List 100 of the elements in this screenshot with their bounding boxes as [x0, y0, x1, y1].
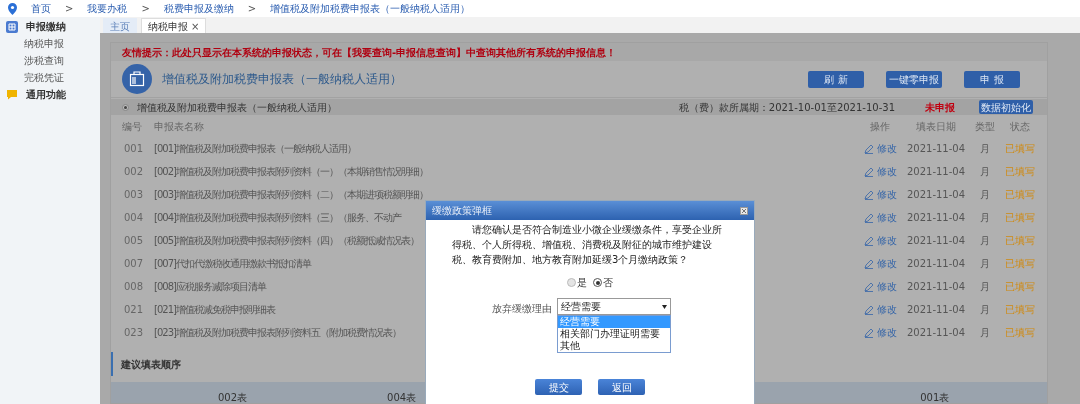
column-header: 类型 [974, 119, 996, 134]
reason-select[interactable]: 经营需要 [557, 298, 671, 315]
table-cell-text: 月 [979, 188, 991, 202]
radio-icon[interactable] [593, 278, 602, 287]
action-button[interactable]: 一键零申报 [886, 70, 942, 88]
dropdown-option[interactable]: 其他 [558, 340, 670, 352]
briefcase-icon [122, 64, 152, 94]
pencil-icon [863, 235, 874, 246]
dialog-question: 请您确认是否符合制造业小微企业缓缴条件，享受企业所得税、个人所得税、增值税、消费税及附征的城市维护建设税、教育费附加、地方教育附加延缓3个月缴纳政策？ [452, 223, 723, 267]
column-header: 编号 [122, 119, 143, 134]
table-cell-text: 已填写 [1004, 303, 1036, 317]
table-cell-text: [007]代扣代缴税收通用缴款书抵扣清单 [154, 257, 311, 271]
table-cell-text: 已填写 [1004, 326, 1036, 340]
table-cell-text: 002 [123, 165, 145, 179]
table-cell-text: 月 [979, 280, 991, 294]
table-cell-text: 2021-11-04 [906, 211, 966, 225]
table-cell-text: 2021-11-04 [906, 326, 966, 340]
column-header: 状态 [1009, 119, 1031, 134]
dropdown-arrow-icon [662, 304, 667, 309]
pencil-icon [863, 258, 874, 269]
tab[interactable]: 主页 [103, 18, 137, 33]
sidebar-group-title[interactable]: 通用功能 [26, 87, 66, 102]
order-step: 001表 [920, 393, 950, 403]
column-header: 填表日期 [915, 119, 957, 134]
table-cell-text: 004 [123, 211, 145, 225]
table-cell-text: 005 [123, 234, 145, 248]
radio-icon[interactable] [567, 278, 576, 287]
dropdown-option[interactable]: 相关部门办理证明需要 [558, 328, 670, 340]
order-step: 004表 [387, 393, 417, 403]
table-cell-text: 2021-11-04 [906, 142, 966, 156]
column-header: 申报表名称 [154, 119, 205, 134]
sidebar-item[interactable]: 完税凭证 [0, 69, 100, 86]
declaration-title: 增值税及附加税费申报表（一般纳税人适用） [137, 100, 337, 115]
table-cell-text: 已填写 [1004, 142, 1036, 156]
breadcrumb-separator: > [141, 2, 150, 16]
pencil-icon [863, 281, 874, 292]
table-cell-text: 023 [123, 326, 145, 340]
table-cell-text: 已填写 [1004, 234, 1036, 248]
pencil-icon [863, 327, 874, 338]
tab-close-button[interactable]: × [191, 18, 200, 34]
table-cell-text: 2021-11-04 [906, 188, 966, 202]
table-cell-text: 008 [123, 280, 145, 294]
grid-icon [6, 20, 18, 33]
table-cell-text: 已填写 [1004, 211, 1036, 225]
pencil-icon [863, 212, 874, 223]
radio-option[interactable]: 是 [567, 275, 587, 290]
table-cell-text: 月 [979, 234, 991, 248]
table-cell-text: 003 [123, 188, 145, 202]
chat-icon [6, 89, 18, 100]
table-cell-text: 021 [123, 303, 145, 317]
radio-icon[interactable] [122, 103, 129, 111]
table-cell-text: 月 [979, 303, 991, 317]
dialog-button[interactable]: 返回 [598, 379, 645, 395]
pencil-icon [863, 304, 874, 315]
dialog-button[interactable]: 提交 [535, 379, 582, 395]
table-cell-text: 2021-11-04 [906, 234, 966, 248]
sidebar-item[interactable]: 涉税查询 [0, 52, 100, 69]
section-title: 建议填表顺序 [121, 357, 181, 372]
table-cell-text: 2021-11-04 [906, 280, 966, 294]
action-button[interactable]: 刷 新 [808, 70, 864, 88]
table-cell-text: 月 [979, 211, 991, 225]
radio-option[interactable]: 否 [593, 275, 613, 290]
reason-label: 放弃缓缴理由 [492, 302, 552, 316]
tab[interactable]: 纳税申报 × [141, 18, 207, 33]
table-cell-text: [023]增值税及附加税费申报表附列资料五（附加税费情况表） [154, 326, 401, 340]
close-icon[interactable] [740, 206, 748, 215]
table-cell-text: 2021-11-04 [906, 165, 966, 179]
table-cell-text: 已填写 [1004, 280, 1036, 294]
table-cell-text: 2021-11-04 [906, 303, 966, 317]
table-cell-text: 2021-11-04 [906, 257, 966, 271]
order-step: 002表 [218, 393, 248, 403]
pencil-icon [863, 189, 874, 200]
breadcrumb-link[interactable]: 增值税及附加税费申报表（一般纳税人适用） [270, 1, 471, 16]
dropdown-option[interactable]: 经营需要 [558, 316, 670, 328]
breadcrumb-link[interactable]: 税费申报及缴纳 [163, 1, 234, 16]
status-text: 未申报 [925, 100, 955, 115]
breadcrumb-separator: > [65, 2, 74, 16]
table-cell-text: 007 [123, 257, 145, 271]
dialog-title: 缓缴政策弹框 [432, 204, 492, 218]
init-button[interactable]: 数据初始化 [979, 100, 1033, 114]
column-header: 操作 [869, 119, 891, 134]
pencil-icon [863, 166, 874, 177]
sidebar-group-title[interactable]: 申报缴纳 [26, 19, 66, 34]
notice-text: 友情提示：此处只显示在本系统的申报状态，可在【我要查询-申报信息查询】中查询其他所有系统的申报信息！ [111, 43, 1047, 61]
table-cell-text: [005]增值税及附加税费申报表附列资料（四）（税额抵减情况表） [154, 234, 419, 248]
breadcrumb-link[interactable]: 我要办税 [87, 1, 128, 16]
action-button[interactable]: 申 报 [964, 70, 1020, 88]
pencil-icon [863, 143, 874, 154]
table-cell-text: 月 [979, 165, 991, 179]
breadcrumb-separator: > [247, 2, 257, 16]
table-cell-text: 001 [123, 142, 145, 156]
table-cell-text: [004]增值税及附加税费申报表附列资料（三）（服务、不动产 [154, 211, 401, 225]
table-cell-text: 已填写 [1004, 257, 1036, 271]
table-cell-text: 月 [979, 257, 991, 271]
table-cell-text: 月 [979, 142, 991, 156]
table-cell-text: 已填写 [1004, 188, 1036, 202]
breadcrumb-link[interactable]: 首页 [31, 1, 51, 16]
table-cell-text: 已填写 [1004, 165, 1036, 179]
form-title: 增值税及附加税费申报表（一般纳税人适用） [162, 71, 402, 88]
sidebar-item[interactable]: 纳税申报 [0, 35, 100, 52]
